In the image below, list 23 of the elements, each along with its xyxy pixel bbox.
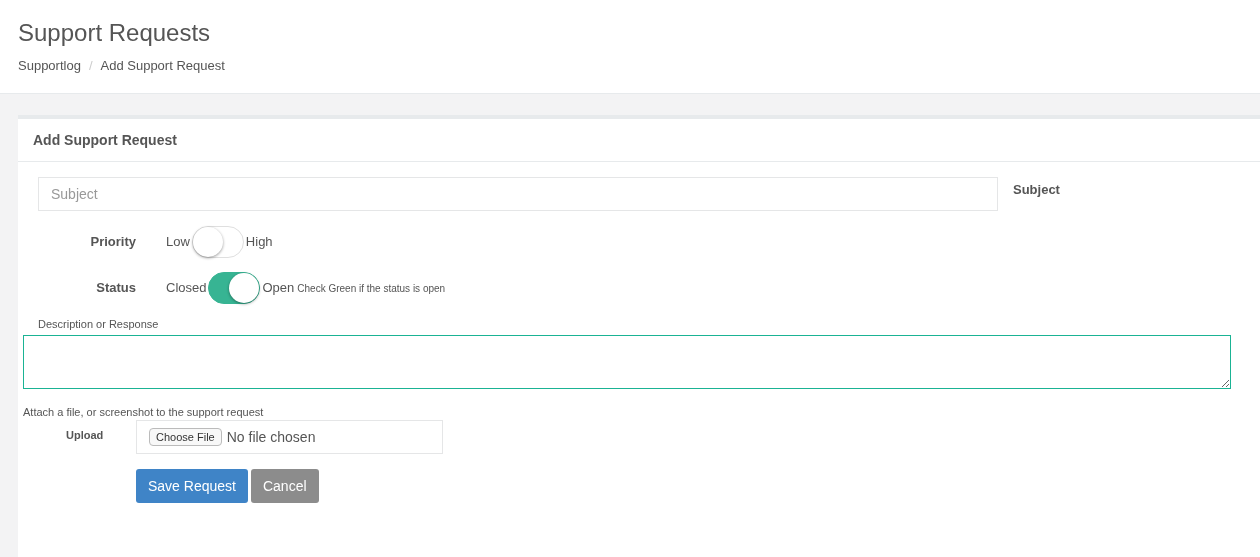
off-label: Closed (166, 279, 207, 298)
card-title: Add Support Request (33, 130, 177, 150)
page-title: Support Requests (18, 18, 212, 48)
upload-label: Upload (66, 428, 105, 443)
breadcrumb-separator: / (88, 57, 93, 75)
save-button[interactable]: Save Request (136, 469, 248, 503)
subject-label: Subject (1013, 181, 1060, 199)
toggle-switch[interactable] (208, 272, 261, 304)
hint-text: Check Green if the status is open (297, 281, 446, 296)
subject-field[interactable]: Subject (38, 177, 998, 211)
breadcrumb-link[interactable]: Add Support Request (100, 56, 225, 76)
description-label: Description or Response (38, 317, 160, 332)
toggle-label: Status (95, 279, 136, 298)
on-label: Open (262, 279, 295, 298)
toggle-label: Priority (89, 233, 136, 252)
file-status: No file chosen (226, 427, 316, 447)
attach-caption: Attach a file, or screenshot to the support request (23, 404, 265, 420)
breadcrumb-link[interactable]: Supportlog (18, 56, 81, 76)
choose-file-button[interactable]: Choose File (149, 428, 222, 446)
on-label: High (245, 233, 273, 252)
file-field[interactable]: Choose File No file chosen (136, 420, 443, 454)
off-label: Low (166, 233, 190, 252)
description-field[interactable] (23, 334, 1231, 389)
